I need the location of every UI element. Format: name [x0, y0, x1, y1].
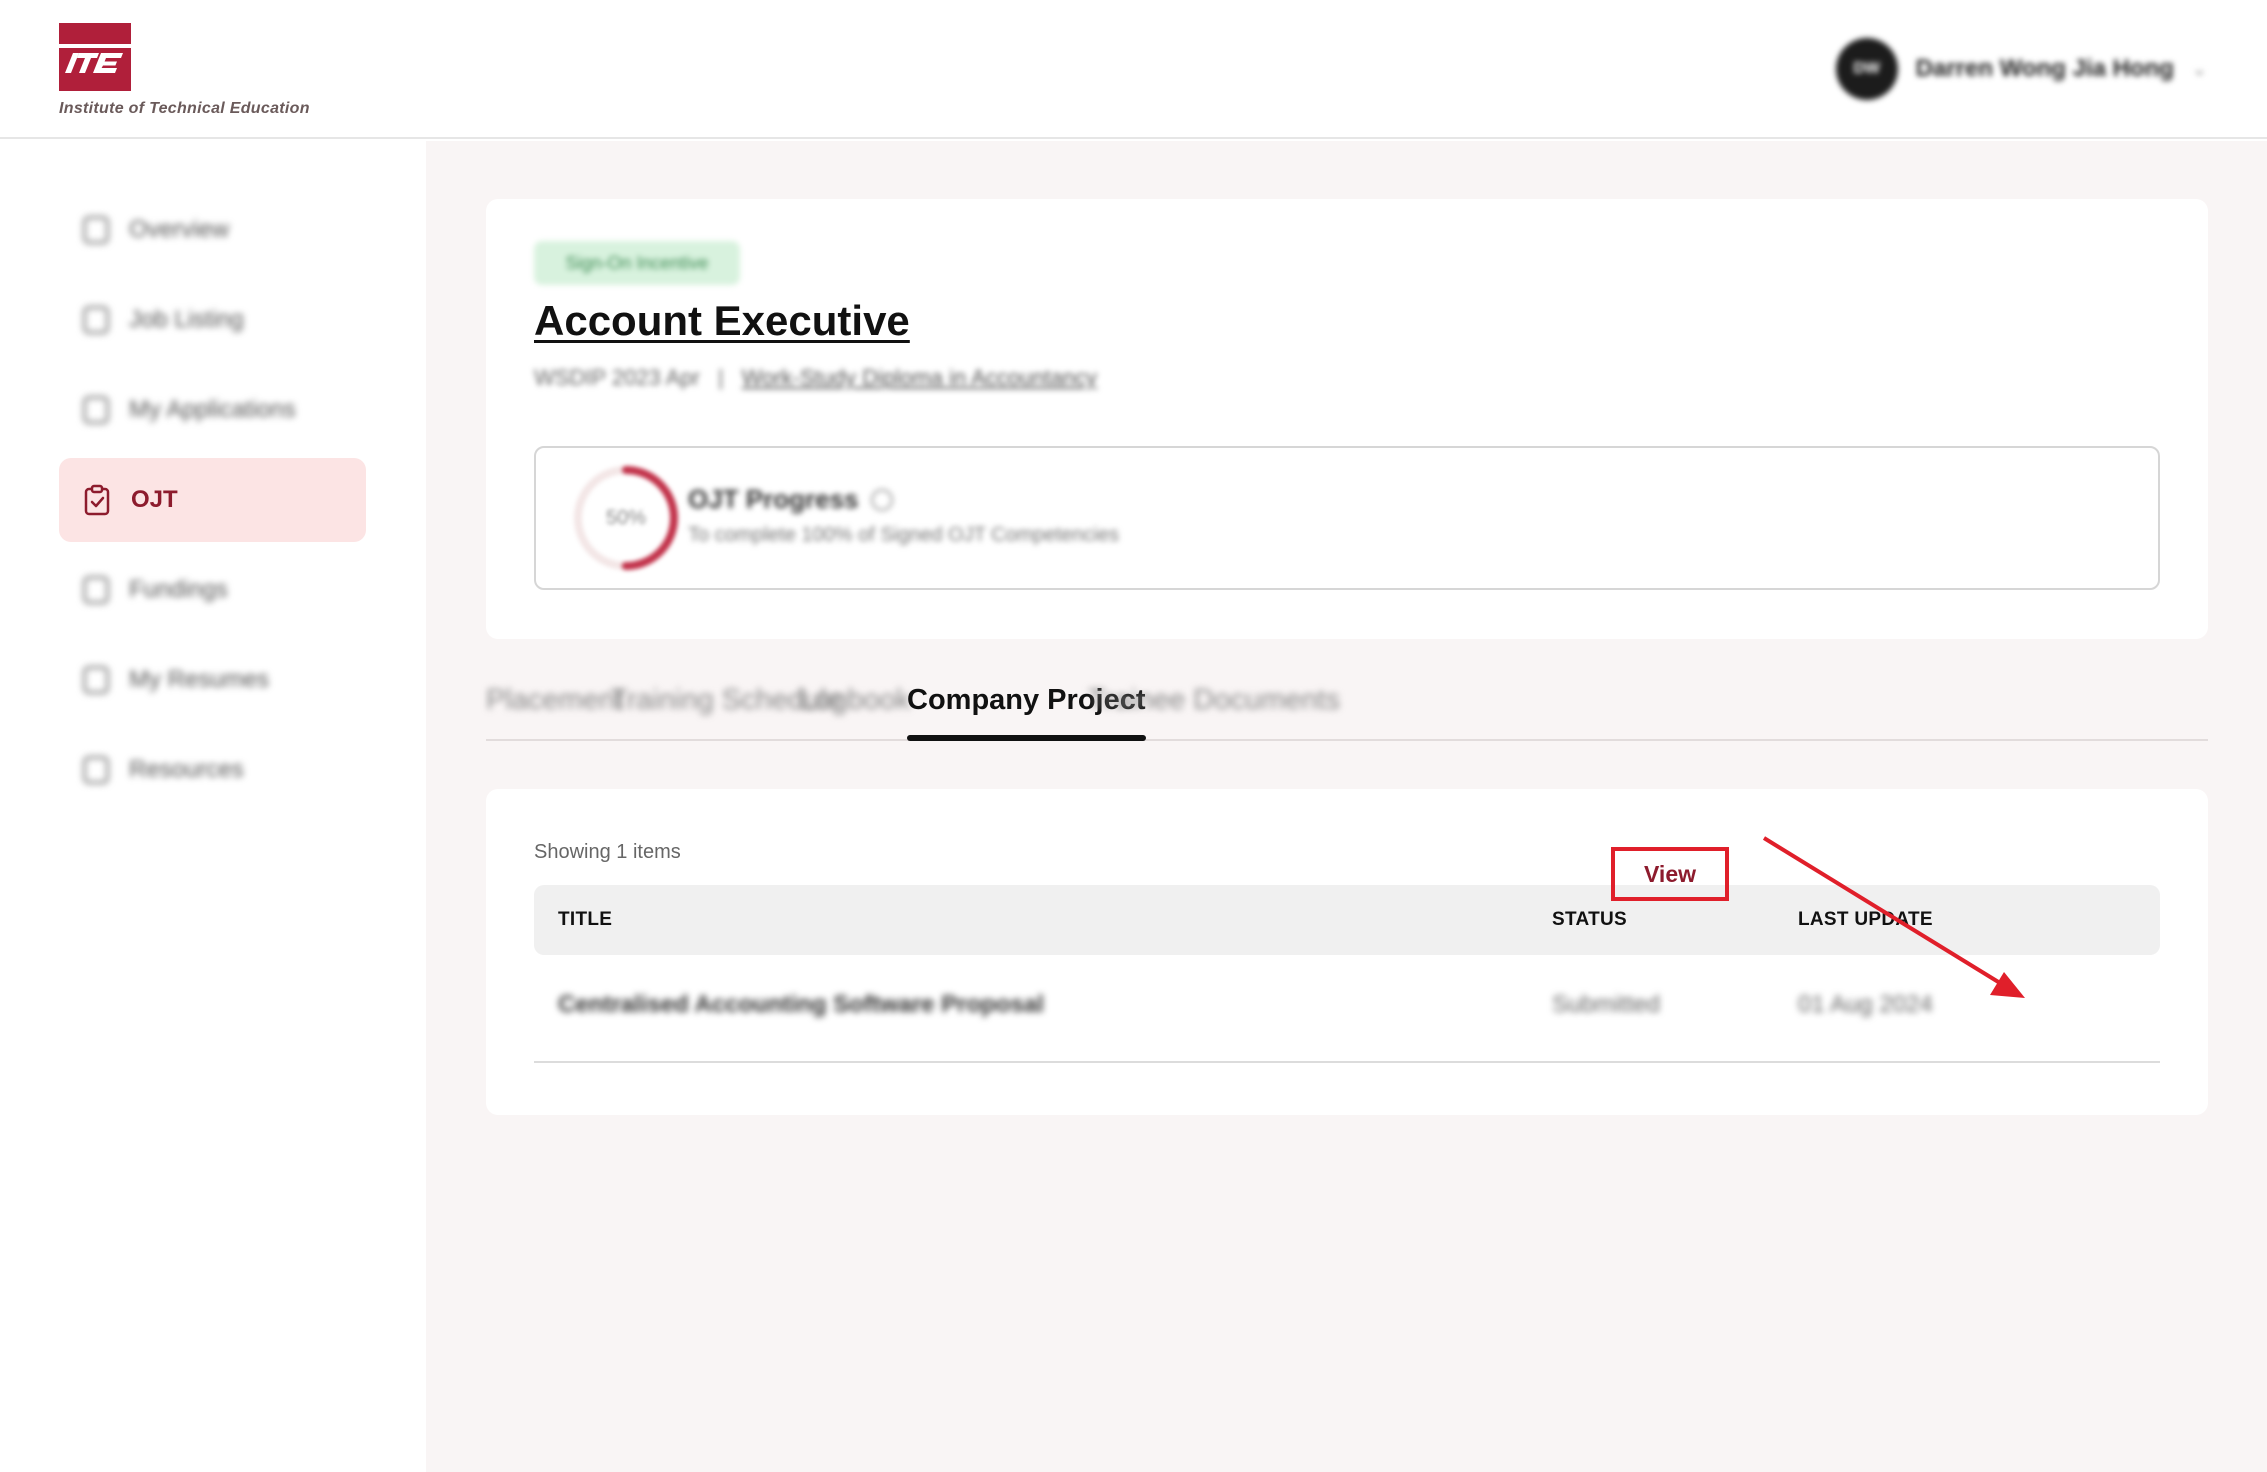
job-meta: WSDIP 2023 Apr | Work-Study Diploma in A…	[534, 365, 1097, 391]
table-row: Centralised Accounting Software Proposal…	[534, 955, 2160, 1063]
progress-percent: 50%	[605, 506, 647, 529]
user-menu[interactable]: DW Darren Wong Jia Hong ⌄	[1835, 36, 2207, 102]
table-header: TITLE STATUS LAST UPDATE	[534, 885, 2160, 955]
top-header: Institute of Technical Education DW Darr…	[0, 0, 2267, 139]
progress-title-text: OJT Progress	[688, 484, 859, 514]
sidebar-item-label: My Applications	[129, 396, 296, 423]
document-icon	[83, 396, 109, 424]
sidebar-item-resources[interactable]: Resources	[59, 728, 366, 812]
view-button[interactable]: View	[1611, 847, 1729, 901]
resume-icon	[83, 666, 109, 694]
status-badge: Sign-On Incentive	[534, 241, 740, 285]
items-count: Showing 1 items	[534, 841, 681, 863]
avatar: DW	[1835, 38, 1898, 100]
sidebar-item-label: Fundings	[129, 576, 228, 603]
sidebar-item-fundings[interactable]: Fundings	[59, 548, 366, 632]
folder-icon	[83, 756, 109, 784]
sidebar-item-label: My Resumes	[129, 666, 270, 693]
sidebar-item-my-applications[interactable]: My Applications	[59, 368, 366, 452]
overview-icon	[83, 216, 109, 244]
clipboard-check-icon	[84, 484, 110, 516]
briefcase-icon	[83, 306, 109, 334]
sidebar-item-label: Job Listing	[129, 306, 244, 333]
logo-subtitle: Institute of Technical Education	[59, 100, 310, 117]
main-content: Sign-On Incentive Account Executive WSDI…	[426, 141, 2267, 1472]
column-header-title: TITLE	[558, 909, 613, 930]
ite-logo[interactable]	[59, 23, 131, 91]
info-icon[interactable]	[870, 488, 893, 511]
intake-label: WSDIP 2023 Apr	[534, 365, 700, 390]
sidebar-item-ojt[interactable]: OJT	[59, 458, 366, 542]
tab-trainee-documents[interactable]: Trainee Documents	[1088, 679, 1340, 739]
tab-bar: Placement Training Schedule Logbook Comp…	[486, 679, 2208, 741]
progress-title: OJT Progress	[688, 484, 893, 515]
sidebar-item-my-resumes[interactable]: My Resumes	[59, 638, 366, 722]
ojt-progress-panel: 50% OJT Progress To complete 100% of Sig…	[534, 446, 2160, 590]
job-summary-card: Sign-On Incentive Account Executive WSDI…	[486, 199, 2208, 639]
sidebar-item-overview[interactable]: Overview	[59, 188, 366, 272]
sidebar-item-job-listing[interactable]: Job Listing	[59, 278, 366, 362]
sidebar-item-label: Resources	[129, 756, 244, 783]
column-header-last-update: LAST UPDATE	[1798, 909, 1933, 930]
project-status: Submitted	[1552, 991, 1661, 1018]
ite-logo-mark	[59, 23, 131, 91]
chevron-down-icon: ⌄	[2191, 58, 2207, 79]
tab-logbook[interactable]: Logbook	[799, 679, 910, 739]
money-icon	[83, 576, 109, 604]
project-last-update: 01 Aug 2024	[1798, 991, 1933, 1018]
project-title: Centralised Accounting Software Proposal	[558, 991, 1044, 1018]
user-name: Darren Wong Jia Hong	[1915, 55, 2174, 82]
company-project-card: Showing 1 items TITLE STATUS LAST UPDATE…	[486, 789, 2208, 1115]
page-title[interactable]: Account Executive	[534, 297, 910, 345]
progress-subtitle: To complete 100% of Signed OJT Competenc…	[688, 524, 1119, 546]
programme-link[interactable]: Work-Study Diploma in Accountancy	[742, 365, 1097, 391]
meta-separator: |	[717, 365, 724, 390]
tab-placement[interactable]: Placement	[486, 679, 623, 739]
sidebar-item-label: OJT	[131, 486, 178, 513]
sidebar-item-label: Overview	[129, 216, 230, 243]
sidebar: Overview Job Listing My Applications OJT…	[0, 141, 426, 1472]
progress-ring: 50%	[570, 462, 682, 574]
